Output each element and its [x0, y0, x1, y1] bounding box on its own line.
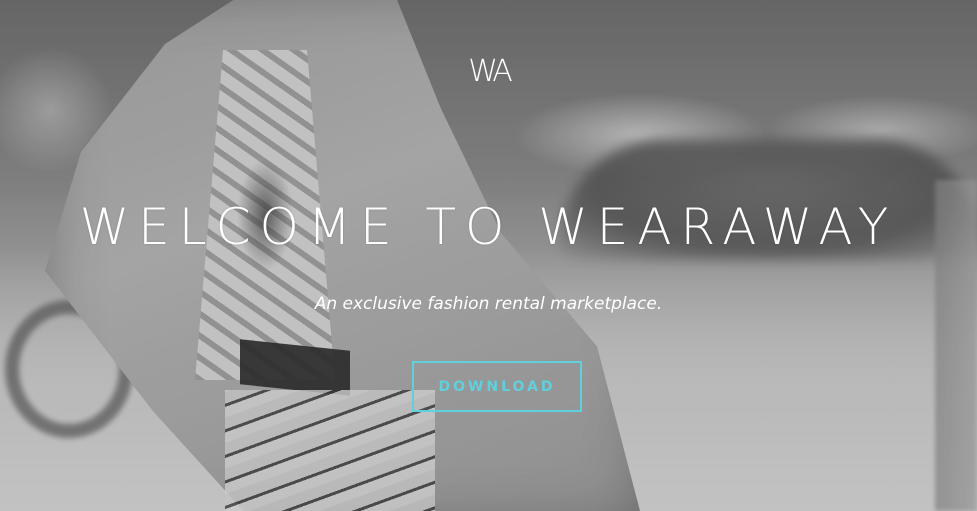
hero-title: WELCOME TO WEARAWAY	[79, 198, 898, 256]
brand-logo: WA	[468, 54, 513, 89]
hero-subtitle: An exclusive fashion rental marketplace.	[314, 294, 663, 314]
download-button[interactable]: DOWNLOAD	[412, 361, 582, 412]
hero-section: WA WELCOME TO WEARAWAY An exclusive fash…	[0, 0, 977, 511]
